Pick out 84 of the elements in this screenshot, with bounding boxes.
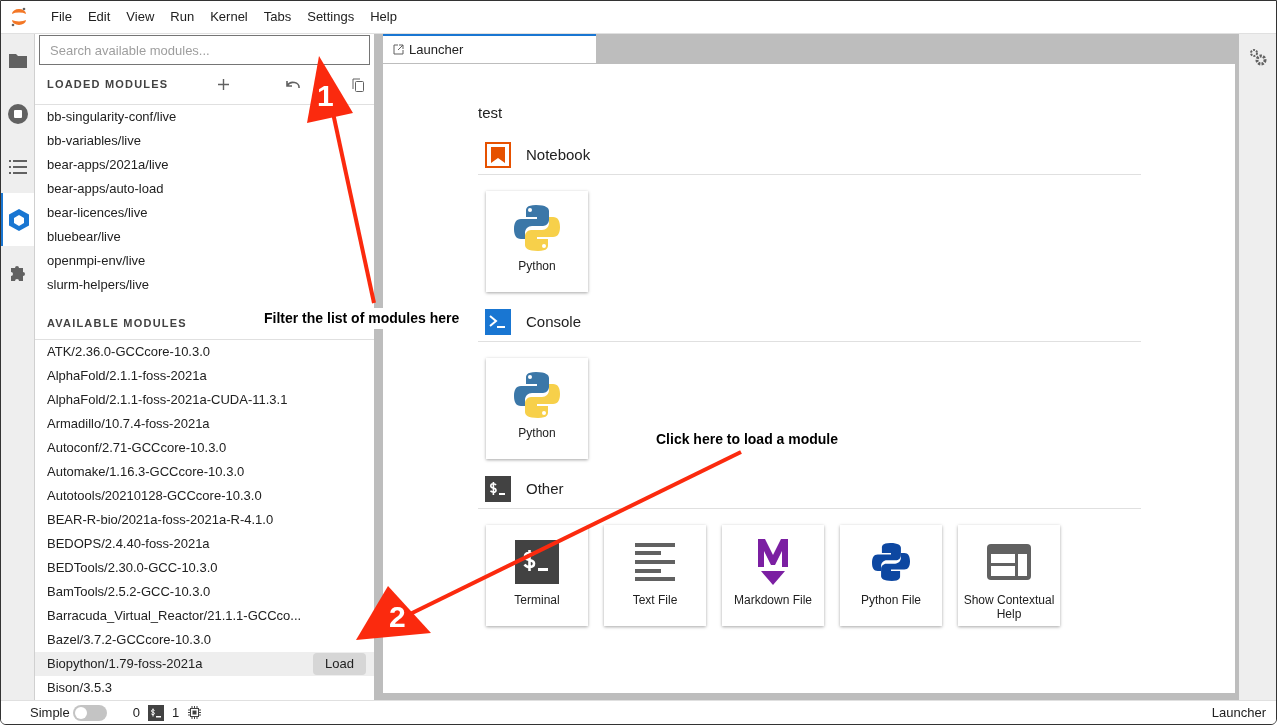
section-title: Other bbox=[526, 478, 564, 499]
section-heading: AVAILABLE MODULES bbox=[47, 315, 187, 331]
launcher-card[interactable]: Markdown File bbox=[722, 524, 824, 626]
module-item[interactable]: BEDOPS/2.4.40-foss-2021a bbox=[47, 534, 210, 554]
annotation-number: 2 bbox=[389, 602, 406, 632]
module-item[interactable]: Biopython/1.79-foss-2021a bbox=[47, 654, 203, 674]
menu-item[interactable]: Run bbox=[162, 7, 203, 27]
card-label: Python File bbox=[860, 592, 922, 607]
menu-item[interactable]: Tabs bbox=[255, 7, 300, 27]
python-logo-icon bbox=[514, 370, 560, 419]
module-item[interactable]: slurm-helpers/live bbox=[35, 273, 374, 297]
python-logo-icon bbox=[872, 541, 910, 582]
hexagon-icon[interactable] bbox=[8, 208, 29, 231]
folder-icon[interactable] bbox=[8, 53, 27, 68]
python-logo-icon bbox=[514, 203, 560, 252]
menu-item[interactable]: File bbox=[43, 7, 80, 27]
stop-icon[interactable] bbox=[7, 103, 28, 124]
sidebar-tab[interactable] bbox=[1, 193, 34, 246]
menu-item[interactable]: Settings bbox=[299, 7, 363, 27]
module-item[interactable]: Autotools/20210128-GCCcore-10.3.0 bbox=[47, 486, 262, 506]
search-field[interactable]: Search available modules... bbox=[39, 35, 370, 65]
module-item[interactable]: BEDTools/2.30.0-GCC-10.3.0 bbox=[47, 558, 218, 578]
external-link-icon bbox=[393, 44, 404, 55]
section-heading: LOADED MODULES bbox=[47, 77, 169, 93]
settings-icon[interactable] bbox=[1248, 48, 1267, 66]
card-label: Text File bbox=[631, 592, 679, 607]
module-item[interactable]: AlphaFold/2.1.1-foss-2021a-CUDA-11.3.1 bbox=[47, 390, 288, 410]
card-label: Python bbox=[517, 425, 557, 440]
module-item[interactable]: bear-licences/live bbox=[35, 201, 374, 225]
menu-item[interactable]: Edit bbox=[79, 7, 119, 27]
module-item[interactable]: Autoconf/2.71-GCCcore-10.3.0 bbox=[47, 438, 227, 458]
toggle-switch[interactable] bbox=[72, 704, 107, 721]
puzzle-icon[interactable] bbox=[8, 263, 27, 282]
undo-icon[interactable] bbox=[286, 80, 301, 89]
module-item[interactable]: Barracuda_Virtual_Reactor/21.1.1-GCCco... bbox=[47, 606, 302, 626]
module-item[interactable]: BamTools/2.5.2-GCC-10.3.0 bbox=[47, 582, 211, 602]
launcher-card[interactable]: Terminal bbox=[486, 524, 588, 626]
module-item[interactable]: bear-apps/auto-load bbox=[35, 177, 374, 201]
copy-icon[interactable] bbox=[352, 77, 364, 92]
module-item[interactable]: Bazel/3.7.2-GCCcore-10.3.0 bbox=[47, 630, 212, 650]
bookmark-icon bbox=[485, 142, 511, 168]
menu-item[interactable]: View bbox=[118, 7, 163, 27]
menu-item[interactable]: Help bbox=[362, 7, 405, 27]
card-label: Show Contextual Help bbox=[962, 592, 1056, 621]
module-item[interactable]: ATK/2.36.0-GCCcore-10.3.0 bbox=[47, 342, 211, 362]
terminal-icon bbox=[485, 476, 511, 502]
section-title: Notebook bbox=[526, 144, 591, 165]
module-item[interactable]: Automake/1.16.3-GCCcore-10.3.0 bbox=[47, 462, 245, 482]
chip-icon[interactable] bbox=[188, 706, 202, 719]
launcher-card[interactable]: Text File bbox=[604, 524, 706, 626]
tab[interactable]: Launcher bbox=[383, 34, 596, 63]
annotation-label: Filter the list of modules here bbox=[264, 308, 460, 329]
load-button[interactable]: Load bbox=[313, 653, 366, 675]
app-logo-icon bbox=[10, 7, 28, 27]
module-item[interactable]: Bison/3.5.3 bbox=[47, 678, 113, 698]
module-item[interactable]: bb-variables/live bbox=[35, 129, 374, 153]
list-icon[interactable] bbox=[8, 159, 27, 174]
launcher-title: test bbox=[478, 103, 504, 123]
status-text: Launcher bbox=[1211, 703, 1266, 722]
card-label: Python bbox=[517, 258, 557, 273]
plus-icon[interactable] bbox=[218, 79, 230, 90]
card-label: Markdown File bbox=[733, 592, 813, 607]
terminal-icon[interactable] bbox=[148, 704, 164, 721]
mode-label: Simple bbox=[30, 703, 70, 722]
launcher-card[interactable]: Show Contextual Help bbox=[958, 524, 1060, 626]
module-item[interactable]: bluebear/live bbox=[35, 225, 374, 249]
module-item[interactable]: AlphaFold/2.1.1-foss-2021a bbox=[47, 366, 207, 386]
kernel-count[interactable]: 1 bbox=[172, 702, 180, 723]
module-item[interactable]: Armadillo/10.7.4-foss-2021a bbox=[47, 414, 210, 434]
launcher-card[interactable]: Python bbox=[486, 357, 588, 459]
terminal-count[interactable]: 0 bbox=[132, 702, 140, 723]
module-item[interactable]: BEAR-R-bio/2021a-foss-2021a-R-4.1.0 bbox=[47, 510, 274, 530]
layout-icon bbox=[987, 543, 1031, 580]
console-icon bbox=[485, 309, 511, 335]
annotation-label: Click here to load a module bbox=[656, 430, 839, 449]
markdown-icon bbox=[758, 538, 788, 585]
launcher-card[interactable]: Python File bbox=[840, 524, 942, 626]
module-item[interactable]: bear-apps/2021a/live bbox=[35, 153, 374, 177]
launcher-card[interactable]: Python bbox=[486, 190, 588, 292]
menu-item[interactable]: Kernel bbox=[202, 7, 256, 27]
card-label: Terminal bbox=[513, 592, 561, 607]
section-title: Console bbox=[526, 311, 582, 332]
module-item[interactable]: openmpi-env/live bbox=[35, 249, 374, 273]
text-lines-icon bbox=[635, 542, 675, 581]
